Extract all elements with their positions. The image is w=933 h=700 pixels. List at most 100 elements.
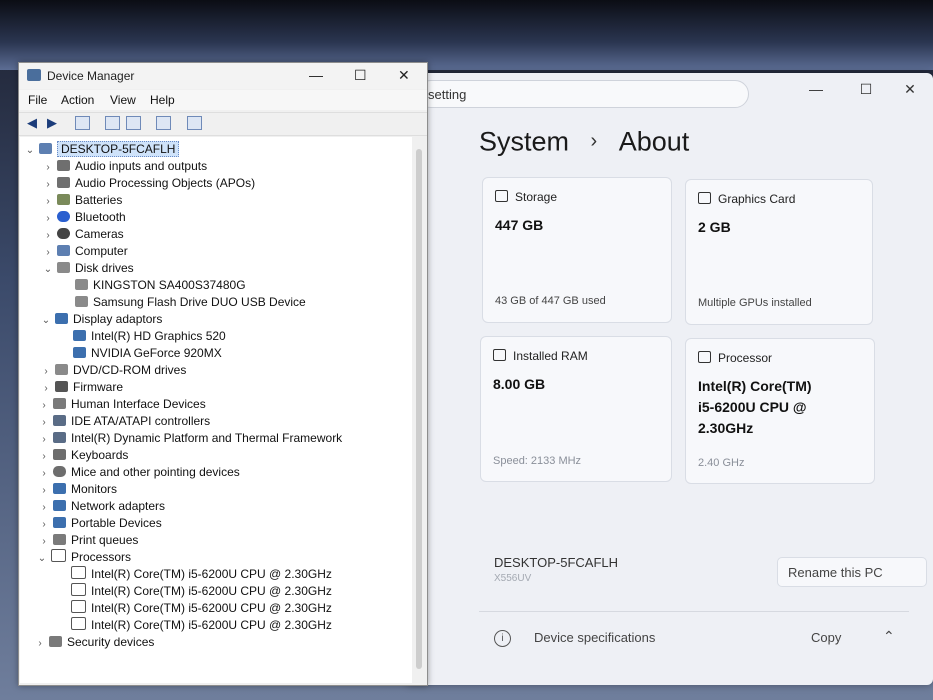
- ram-detail: Speed: 2133 MHz: [493, 455, 582, 467]
- scrollbar-thumb[interactable]: [416, 149, 422, 669]
- copy-button[interactable]: Copy: [811, 630, 841, 645]
- chevron-right-icon[interactable]: ›: [42, 244, 54, 261]
- storage-value: 447 GB: [495, 217, 544, 233]
- tree-item[interactable]: › Print queues: [38, 532, 138, 549]
- chevron-right-icon[interactable]: ›: [38, 448, 50, 465]
- tree-item[interactable]: Intel(R) Core(TM) i5-6200U CPU @ 2.30GHz: [68, 600, 332, 617]
- chevron-right-icon[interactable]: ›: [42, 227, 54, 244]
- chevron-down-icon[interactable]: ⌄: [36, 550, 48, 567]
- tree-item-label: Batteries: [75, 193, 123, 207]
- menu-action[interactable]: Action: [61, 93, 94, 107]
- tree-item[interactable]: › Bluetooth: [42, 209, 125, 227]
- tree-item[interactable]: › Firmware: [40, 379, 123, 396]
- chevron-right-icon[interactable]: ›: [34, 635, 46, 652]
- display-adapter-icon: [55, 313, 68, 324]
- chevron-up-icon[interactable]: ⌃: [883, 628, 895, 645]
- tree-item-label: Firmware: [73, 380, 123, 394]
- scan-hardware-icon[interactable]: [187, 116, 202, 130]
- chevron-right-icon[interactable]: ›: [42, 176, 54, 193]
- tree-item[interactable]: › Keyboards: [38, 447, 128, 464]
- device-model: X556UV: [494, 573, 532, 584]
- tree-item[interactable]: Intel(R) Core(TM) i5-6200U CPU @ 2.30GHz: [68, 566, 332, 583]
- tree-item-label: Intel(R) HD Graphics 520: [91, 329, 226, 343]
- tree-item[interactable]: › Monitors: [38, 481, 117, 498]
- chevron-right-icon[interactable]: ›: [38, 414, 50, 431]
- tree-item[interactable]: ⌄ Disk drives: [42, 260, 134, 277]
- graphics-title: Graphics Card: [718, 192, 796, 206]
- memory-icon: [493, 349, 506, 361]
- tree-item[interactable]: › Mice and other pointing devices: [38, 464, 239, 482]
- processor-card[interactable]: Processor Intel(R) Core(TM) i5-6200U CPU…: [685, 338, 875, 484]
- menu-help[interactable]: Help: [150, 93, 175, 107]
- tree-item[interactable]: › DVD/CD-ROM drives: [40, 362, 186, 379]
- chevron-right-icon[interactable]: ›: [42, 159, 54, 176]
- tree-item[interactable]: › Audio Processing Objects (APOs): [42, 175, 255, 192]
- tree-root[interactable]: ⌄ DESKTOP-5FCAFLH: [24, 141, 180, 159]
- help-icon[interactable]: [105, 116, 120, 130]
- tree-item[interactable]: › Audio inputs and outputs: [42, 158, 207, 175]
- tree-item-label: Audio inputs and outputs: [75, 159, 208, 173]
- chevron-right-icon[interactable]: ›: [38, 533, 50, 550]
- breadcrumb-system[interactable]: System: [479, 126, 569, 156]
- menu-file[interactable]: File: [28, 93, 47, 107]
- chevron-right-icon[interactable]: ›: [38, 465, 50, 482]
- close-button[interactable]: ✕: [899, 81, 921, 98]
- chevron-right-icon[interactable]: ›: [42, 193, 54, 210]
- forward-arrow-icon[interactable]: ▶: [44, 116, 60, 130]
- tree-item[interactable]: NVIDIA GeForce 920MX: [70, 345, 222, 362]
- tree-item[interactable]: › Human Interface Devices: [38, 396, 205, 414]
- close-button[interactable]: ✕: [398, 67, 410, 84]
- tree-item[interactable]: Intel(R) Core(TM) i5-6200U CPU @ 2.30GHz: [68, 583, 332, 600]
- tree-item[interactable]: Intel(R) Core(TM) i5-6200U CPU @ 2.30GHz: [68, 617, 332, 634]
- tree-item[interactable]: › Portable Devices: [38, 515, 161, 533]
- menu-view[interactable]: View: [110, 93, 136, 107]
- tree-root-label: DESKTOP-5FCAFLH: [57, 141, 180, 157]
- tree-item-label: Intel(R) Dynamic Platform and Thermal Fr…: [71, 431, 343, 445]
- tree-item[interactable]: › Cameras: [42, 226, 123, 244]
- search-input[interactable]: setting: [417, 80, 749, 108]
- chevron-right-icon[interactable]: ›: [42, 210, 54, 227]
- processor-value-line2: i5-6200U CPU @: [698, 399, 807, 415]
- tree-item[interactable]: › Intel(R) Dynamic Platform and Thermal F…: [38, 430, 342, 447]
- processor-icon: [71, 566, 86, 579]
- chevron-down-icon[interactable]: ⌄: [40, 312, 52, 329]
- chevron-right-icon[interactable]: ›: [38, 499, 50, 516]
- display-adapter-icon: [73, 347, 86, 358]
- tree-item[interactable]: Samsung Flash Drive DUO USB Device: [72, 294, 306, 311]
- chevron-right-icon[interactable]: ›: [38, 482, 50, 499]
- vertical-scrollbar[interactable]: [413, 137, 426, 683]
- settings-window: setting — ☐ ✕ System › About Storage 447…: [405, 73, 933, 685]
- hid-icon: [53, 398, 66, 409]
- update-driver-icon[interactable]: [156, 116, 171, 130]
- minimize-button[interactable]: —: [805, 81, 827, 97]
- chevron-right-icon[interactable]: ›: [40, 380, 52, 397]
- tree-item[interactable]: › Batteries: [42, 192, 122, 209]
- tree-item[interactable]: ⌄ Display adaptors: [40, 311, 163, 329]
- maximize-button[interactable]: ☐: [855, 81, 877, 98]
- chevron-down-icon[interactable]: ⌄: [24, 142, 36, 159]
- tree-item[interactable]: › Network adapters: [38, 498, 165, 515]
- tree-item[interactable]: › Security devices: [34, 634, 154, 651]
- chevron-right-icon[interactable]: ›: [38, 516, 50, 533]
- installed-ram-card[interactable]: Installed RAM 8.00 GB Speed: 2133 MHz: [480, 336, 672, 482]
- back-arrow-icon[interactable]: ◀: [24, 116, 40, 130]
- storage-card[interactable]: Storage 447 GB 43 GB of 447 GB used: [482, 177, 672, 323]
- tree-item[interactable]: Intel(R) HD Graphics 520: [70, 328, 226, 345]
- tree-item[interactable]: › Computer: [42, 243, 127, 261]
- ram-title: Installed RAM: [513, 349, 588, 363]
- tree-item[interactable]: KINGSTON SA400S37480G: [72, 277, 246, 294]
- chevron-down-icon[interactable]: ⌄: [42, 261, 54, 278]
- device-specifications-row[interactable]: i Device specifications Copy ⌃: [479, 628, 909, 653]
- maximize-button[interactable]: ☐: [354, 67, 367, 84]
- rename-pc-button[interactable]: Rename this PC: [777, 557, 927, 587]
- graphics-card-card[interactable]: Graphics Card 2 GB Multiple GPUs install…: [685, 179, 873, 325]
- chevron-right-icon[interactable]: ›: [38, 431, 50, 448]
- chevron-right-icon[interactable]: ›: [40, 363, 52, 380]
- chevron-right-icon[interactable]: ›: [38, 397, 50, 414]
- properties-icon[interactable]: [75, 116, 90, 130]
- desktop-background: [0, 0, 933, 70]
- view-icon[interactable]: [126, 116, 141, 130]
- minimize-button[interactable]: —: [309, 67, 323, 83]
- tree-item[interactable]: › IDE ATA/ATAPI controllers: [38, 413, 210, 430]
- tree-item[interactable]: ⌄ Processors: [36, 549, 131, 566]
